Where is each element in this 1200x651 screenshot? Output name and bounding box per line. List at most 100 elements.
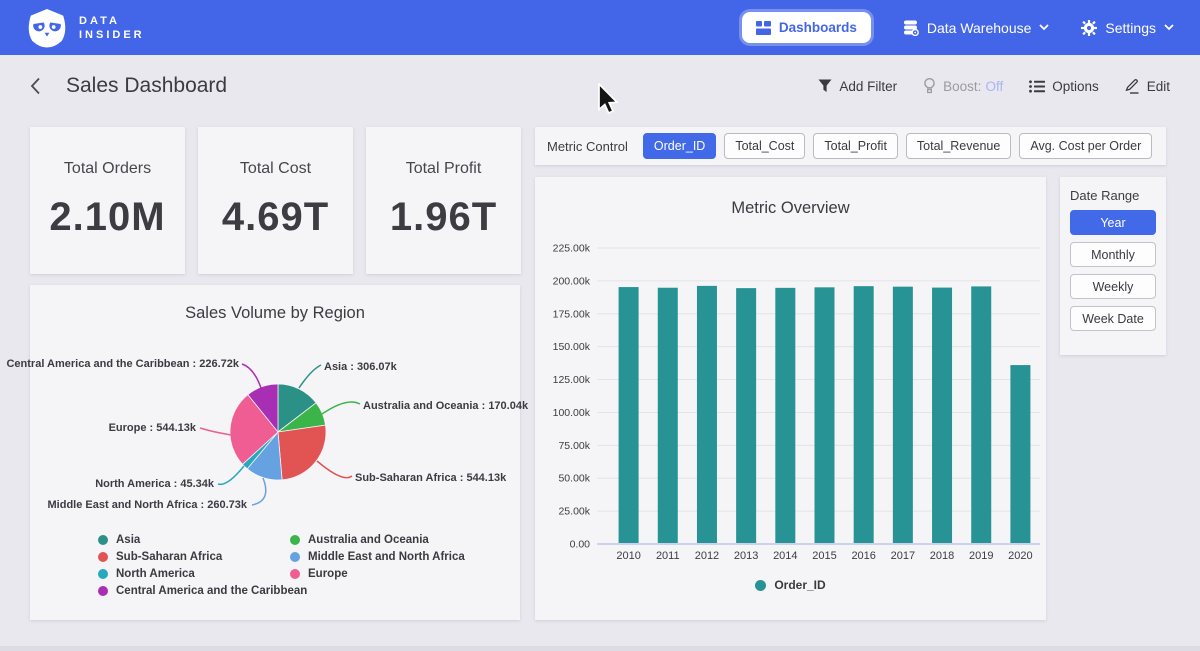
bar-2018[interactable] (932, 288, 952, 544)
kpi-value: 4.69T (222, 195, 329, 240)
options-list-icon (1029, 80, 1045, 93)
metric-control-label: Metric Control (547, 139, 628, 154)
legend-label: Asia (116, 534, 140, 546)
svg-text:50.00k: 50.00k (558, 473, 590, 485)
bar-2011[interactable] (658, 288, 678, 544)
date-range-label: Date Range (1070, 188, 1156, 203)
pie-annotation-central-america-and-the-caribbean: Central America and the Caribbean : 226.… (6, 358, 239, 370)
settings-menu[interactable]: Settings (1081, 20, 1174, 36)
pie-annotation-europe: Europe : 544.13k (109, 422, 196, 434)
database-icon (903, 20, 919, 36)
svg-text:2013: 2013 (734, 550, 758, 562)
legend-label: Europe (308, 568, 348, 580)
kpi-label: Total Orders (64, 160, 151, 178)
bar-2010[interactable] (619, 287, 639, 544)
svg-text:2016: 2016 (851, 550, 875, 562)
bar-2014[interactable] (775, 288, 795, 544)
filter-funnel-icon (818, 79, 832, 93)
metric-pill-group: Order_ID Total_Cost Total_Profit Total_Reve… (643, 133, 1152, 159)
legend-dot (98, 586, 108, 596)
legend-dot (290, 552, 300, 562)
svg-text:2010: 2010 (616, 550, 640, 562)
legend-item-north-america[interactable]: North America (98, 568, 290, 580)
dashboards-button[interactable]: Dashboards (742, 12, 871, 43)
legend-item-europe[interactable]: Europe (290, 568, 465, 580)
metric-pill-total-cost[interactable]: Total_Cost (724, 133, 805, 159)
bar-2012[interactable] (697, 286, 717, 544)
legend-label: Order_ID (774, 578, 825, 592)
bar-2019[interactable] (971, 286, 991, 544)
app-root: DATA INSIDER Dashboards (0, 0, 1200, 651)
data-warehouse-label: Data Warehouse (927, 20, 1032, 36)
svg-text:100.00k: 100.00k (553, 407, 591, 419)
metric-control-bar: Metric Control Order_ID Total_Cost Total_P… (535, 127, 1166, 165)
settings-label: Settings (1105, 20, 1156, 36)
svg-text:2012: 2012 (695, 550, 719, 562)
date-range-panel: Date Range Year Monthly Weekly Week Date (1060, 177, 1166, 355)
legend-label: Australia and Oceania (308, 534, 429, 546)
bar-2020[interactable] (1010, 365, 1030, 544)
options-button[interactable]: Options (1029, 79, 1099, 94)
metric-pill-total-revenue[interactable]: Total_Revenue (906, 133, 1011, 159)
kpi-label: Total Profit (406, 160, 482, 178)
bar-2015[interactable] (815, 287, 835, 544)
bar-2013[interactable] (736, 288, 756, 544)
legend-item-sub-saharan-africa[interactable]: Sub-Saharan Africa (98, 551, 290, 563)
legend-label: Central America and the Caribbean (116, 585, 307, 597)
date-range-option-monthly[interactable]: Monthly (1070, 242, 1156, 267)
metric-pill-order-id[interactable]: Order_ID (643, 133, 716, 159)
data-warehouse-menu[interactable]: Data Warehouse (903, 20, 1050, 36)
legend-dot (98, 569, 108, 579)
pie-annotation-asia: Asia : 306.07k (324, 361, 397, 373)
date-range-options: Year Monthly Weekly Week Date (1070, 210, 1156, 331)
pie-annotation-sub-saharan-africa: Sub-Saharan Africa : 544.13k (355, 472, 506, 484)
svg-text:2017: 2017 (891, 550, 915, 562)
svg-text:2018: 2018 (930, 550, 954, 562)
boost-state: Off (985, 79, 1003, 94)
legend-item-australia-and-oceania[interactable]: Australia and Oceania (290, 534, 465, 546)
svg-text:2020: 2020 (1008, 550, 1032, 562)
chevron-down-icon (1164, 24, 1174, 31)
bar-chart-legend-item[interactable]: Order_ID (535, 578, 1046, 592)
pie-annotation-north-america: North America : 45.34k (95, 478, 214, 490)
svg-text:75.00k: 75.00k (558, 440, 590, 452)
svg-text:2011: 2011 (656, 550, 680, 562)
kpi-card-total-cost[interactable]: Total Cost 4.69T (198, 127, 353, 274)
legend-label: North America (116, 568, 195, 580)
pie-slice-sub-saharan-africa[interactable] (278, 425, 326, 480)
brand[interactable]: DATA INSIDER (26, 8, 145, 48)
add-filter-button[interactable]: Add Filter (818, 79, 897, 94)
bottom-edge (0, 646, 1200, 651)
dashboard-grid-icon (756, 21, 771, 35)
pie-annotation-australia-and-oceania: Australia and Oceania : 170.04k (363, 400, 528, 412)
back-button[interactable] (30, 75, 52, 97)
date-range-option-week-date[interactable]: Week Date (1070, 306, 1156, 331)
date-range-option-year[interactable]: Year (1070, 210, 1156, 235)
edit-button[interactable]: Edit (1125, 79, 1170, 94)
legend-dot (755, 580, 766, 591)
bar-chart-plot: 0.0025.00k50.00k75.00k100.00k125.00k150.… (535, 177, 1046, 625)
boost-balloon-icon (923, 78, 936, 94)
pencil-icon (1125, 79, 1140, 94)
svg-text:25.00k: 25.00k (558, 506, 590, 518)
kpi-card-total-orders[interactable]: Total Orders2.10M (30, 127, 185, 274)
metric-pill-total-profit[interactable]: Total_Profit (813, 133, 898, 159)
legend-item-middle-east-and-north-africa[interactable]: Middle East and North Africa (290, 551, 465, 563)
pie-chart-legend: Asia Australia and Oceania Sub-Saharan Afr… (98, 534, 465, 597)
legend-dot (98, 552, 108, 562)
boost-toggle[interactable]: Boost: Off (923, 78, 1003, 94)
chevron-down-icon (1039, 24, 1049, 31)
owl-logo-icon (26, 8, 68, 48)
bar-2016[interactable] (854, 286, 874, 544)
chevron-left-icon (30, 77, 41, 95)
kpi-label: Total Cost (240, 160, 311, 178)
legend-dot (290, 535, 300, 545)
bar-2017[interactable] (893, 287, 913, 544)
legend-item-asia[interactable]: Asia (98, 534, 290, 546)
metric-pill-avg-cost-per-order[interactable]: Avg. Cost per Order (1019, 133, 1152, 159)
kpi-card-total-profit[interactable]: Total Profit1.96T (366, 127, 521, 274)
legend-dot (290, 569, 300, 579)
legend-item-central-america-and-the-caribbean[interactable]: Central America and the Caribbean (98, 585, 290, 597)
svg-text:175.00k: 175.00k (553, 308, 591, 320)
date-range-option-weekly[interactable]: Weekly (1070, 274, 1156, 299)
